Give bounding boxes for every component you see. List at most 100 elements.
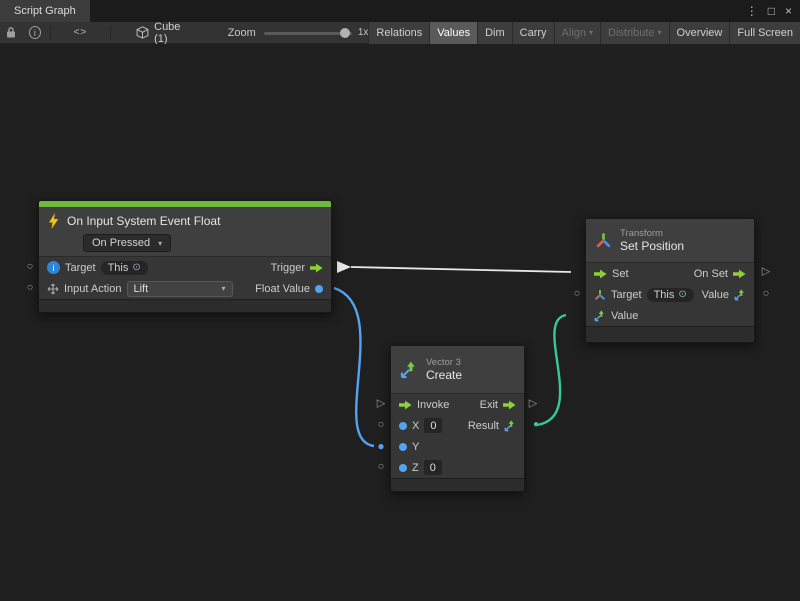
flow-arrow-icon[interactable] xyxy=(594,269,607,279)
vector-exit-output-port[interactable]: ▷ xyxy=(529,399,537,410)
set-row: Set On Set xyxy=(586,263,754,284)
transform-icon xyxy=(595,232,612,249)
event-target-value: This xyxy=(108,262,129,274)
align-button[interactable]: Align ▾ xyxy=(554,22,600,44)
vector-result-output-port[interactable]: ● xyxy=(533,420,539,430)
zoom-label: Zoom xyxy=(228,27,256,39)
flow-arrow-icon[interactable] xyxy=(503,400,516,410)
flow-arrow-icon[interactable] xyxy=(399,400,412,410)
graph-canvas[interactable]: ○ ○ ▷ ○ ● ○ ▷ ● ▷ ○ ○ On Input System Ev… xyxy=(0,44,800,601)
graph-object-breadcrumb[interactable]: Cube (1) xyxy=(136,21,190,45)
chevron-down-icon: ▾ xyxy=(221,284,225,293)
trigger-label: Trigger xyxy=(271,262,305,274)
code-view-icon[interactable]: <> xyxy=(74,27,88,38)
z-value-field[interactable]: 0 xyxy=(424,460,442,475)
z-row: Z 0 xyxy=(391,457,524,478)
zoom-slider-track[interactable] xyxy=(264,32,352,35)
vector-invoke-input-port[interactable]: ▷ xyxy=(377,399,385,410)
transform-onset-output-port[interactable]: ▷ xyxy=(762,267,770,278)
target-label: Target xyxy=(611,289,642,301)
object-picker-icon[interactable]: ⊙ xyxy=(678,289,686,300)
chevron-down-icon: ▾ xyxy=(589,28,593,37)
set-position-body: Set On Set Target This ⊙ xyxy=(586,263,754,326)
zoom-control: Zoom 1x xyxy=(228,26,369,40)
vector3-create-body: Invoke Exit X 0 Result xyxy=(391,394,524,478)
float-value-label: Float Value xyxy=(255,283,310,295)
lock-icon[interactable] xyxy=(5,26,17,39)
vector-z-input-port[interactable]: ○ xyxy=(378,462,385,473)
z-label: Z xyxy=(412,462,419,474)
trigger-to-set-wire[interactable] xyxy=(351,267,571,272)
trigger-wire-arrowhead[interactable] xyxy=(337,261,351,273)
dim-button[interactable]: Dim xyxy=(477,22,512,44)
maximize-icon[interactable]: □ xyxy=(768,5,775,17)
event-target-input-port[interactable]: ○ xyxy=(27,262,34,273)
node-vector3-create[interactable]: Vector 3 Create Invoke Exit X 0 xyxy=(390,345,525,492)
node-category: Vector 3 xyxy=(426,357,462,368)
event-target-row: i Target This ⊙ Trigger xyxy=(39,257,331,278)
gameobject-icon: i xyxy=(47,261,60,274)
event-node-footer xyxy=(39,299,331,312)
transform-target-input-port[interactable]: ○ xyxy=(574,289,581,300)
flow-arrow-icon[interactable] xyxy=(733,269,746,279)
x-value-field[interactable]: 0 xyxy=(424,418,442,433)
set-label: Set xyxy=(612,268,629,280)
more-menu-icon[interactable]: ⋮ xyxy=(746,5,758,17)
graph-object-name: Cube (1) xyxy=(154,21,190,45)
input-action-value: Lift xyxy=(134,283,149,295)
relations-button[interactable]: Relations xyxy=(368,22,429,44)
info-icon[interactable]: i xyxy=(29,26,41,39)
distribute-button[interactable]: Distribute ▾ xyxy=(600,22,668,44)
event-node-title: On Input System Event Float xyxy=(67,214,220,228)
fullscreen-button[interactable]: Full Screen xyxy=(729,22,800,44)
object-picker-icon[interactable]: ⊙ xyxy=(132,262,140,273)
chevron-down-icon: ▾ xyxy=(658,28,662,37)
event-node-body: i Target This ⊙ Trigger Input Acti xyxy=(39,257,331,299)
node-set-position[interactable]: Transform Set Position Set On Set xyxy=(585,218,755,343)
y-port[interactable] xyxy=(399,443,407,451)
exit-label: Exit xyxy=(480,399,498,411)
y-label: Y xyxy=(412,441,419,453)
invoke-row: Invoke Exit xyxy=(391,394,524,415)
close-icon[interactable]: × xyxy=(785,5,792,17)
target-label: Target xyxy=(65,262,96,274)
align-button-label: Align xyxy=(562,27,586,39)
transform-target-row: Target This ⊙ Value xyxy=(586,284,754,305)
x-port[interactable] xyxy=(399,422,407,430)
result-label: Result xyxy=(468,420,499,432)
flow-arrow-icon[interactable] xyxy=(310,263,323,273)
transform-target-field[interactable]: This ⊙ xyxy=(647,288,694,302)
event-action-input-port[interactable]: ○ xyxy=(27,283,34,294)
toolbar-separator xyxy=(50,25,51,40)
zoom-slider-handle[interactable] xyxy=(340,28,350,38)
vector3-create-footer xyxy=(391,478,524,491)
zoom-slider[interactable] xyxy=(264,26,352,40)
vector3-create-header: Vector 3 Create xyxy=(391,346,524,394)
result-to-value-wire[interactable] xyxy=(537,315,566,425)
axis-icon xyxy=(594,289,606,301)
transform-value-output-port[interactable]: ○ xyxy=(763,289,770,300)
x-row: X 0 Result xyxy=(391,415,524,436)
tab-script-graph[interactable]: Script Graph xyxy=(0,0,90,22)
input-action-dropdown[interactable]: Lift ▾ xyxy=(127,281,233,297)
vector-y-input-port[interactable]: ● xyxy=(377,440,384,452)
vector3-icon xyxy=(504,420,516,432)
floatvalue-to-y-wire[interactable] xyxy=(334,288,374,446)
node-title: Set Position xyxy=(620,239,684,253)
z-port[interactable] xyxy=(399,464,407,472)
distribute-button-label: Distribute xyxy=(608,27,654,39)
unity-script-graph-window: Script Graph ⋮ □ × i <> Cube (1) Zoom xyxy=(0,0,800,601)
event-mode-dropdown[interactable]: On Pressed ▾ xyxy=(83,234,171,252)
titlebar: Script Graph ⋮ □ × xyxy=(0,0,800,22)
node-category: Transform xyxy=(620,228,684,239)
float-value-port[interactable] xyxy=(315,285,323,293)
vector-x-input-port[interactable]: ○ xyxy=(378,420,385,431)
window-controls: ⋮ □ × xyxy=(746,0,800,22)
event-input-action-row: Input Action Lift ▾ Float Value xyxy=(39,278,331,299)
node-on-input-system-event-float[interactable]: On Input System Event Float On Pressed ▾… xyxy=(38,200,332,313)
value-out-label: Value xyxy=(702,289,729,301)
overview-button[interactable]: Overview xyxy=(669,22,730,44)
event-target-field[interactable]: This ⊙ xyxy=(101,261,148,275)
values-button[interactable]: Values xyxy=(429,22,477,44)
carry-button[interactable]: Carry xyxy=(512,22,554,44)
